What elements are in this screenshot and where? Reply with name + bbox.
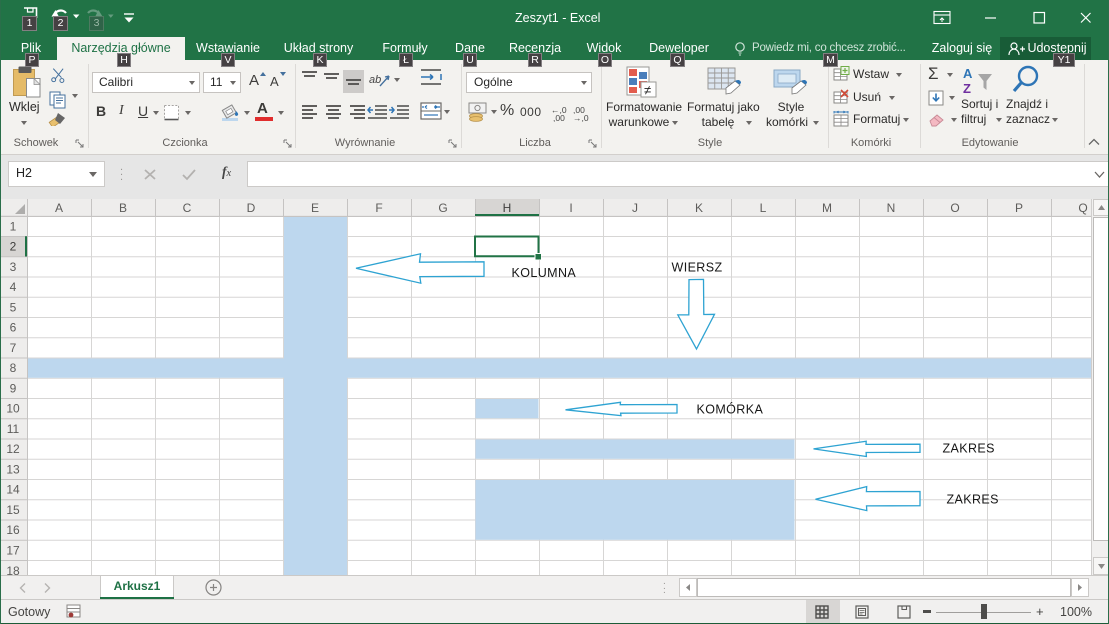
svg-text:P: P	[1015, 201, 1023, 215]
svg-text:12: 12	[6, 442, 20, 456]
svg-text:I: I	[569, 201, 572, 215]
svg-text:ab: ab	[369, 74, 381, 86]
svg-text:Q: Q	[1078, 201, 1087, 215]
svg-text:N: N	[887, 201, 896, 215]
svg-text:J: J	[632, 201, 638, 215]
svg-text:16: 16	[6, 523, 20, 537]
svg-text:3: 3	[10, 260, 17, 274]
svg-text:6: 6	[10, 321, 17, 335]
svg-text:ZAKRES: ZAKRES	[943, 442, 995, 456]
svg-text:2: 2	[10, 240, 17, 254]
svg-text:E: E	[311, 201, 319, 215]
svg-text:F: F	[375, 201, 382, 215]
svg-text:10: 10	[6, 402, 20, 416]
svg-text:KOMÓRKA: KOMÓRKA	[697, 402, 764, 417]
svg-text:8: 8	[10, 361, 17, 375]
svg-text:O: O	[950, 201, 959, 215]
svg-text:A: A	[963, 66, 973, 81]
svg-text:ZAKRES: ZAKRES	[947, 492, 999, 506]
svg-text:11: 11	[7, 422, 20, 436]
svg-text:KOLUMNA: KOLUMNA	[512, 266, 577, 280]
svg-text:K: K	[695, 201, 703, 215]
svg-text:9: 9	[10, 381, 17, 395]
svg-text:14: 14	[6, 483, 20, 497]
svg-text:→,0: →,0	[573, 113, 589, 123]
svg-text:4: 4	[10, 280, 17, 294]
svg-text:7: 7	[10, 341, 17, 355]
svg-text:≠: ≠	[644, 83, 651, 98]
svg-text:C: C	[183, 201, 192, 215]
svg-text:13: 13	[6, 462, 20, 476]
svg-text:B: B	[119, 201, 127, 215]
svg-text:Z: Z	[963, 81, 971, 96]
svg-text:5: 5	[10, 300, 17, 314]
svg-text:,00: ,00	[553, 113, 565, 123]
svg-text:G: G	[438, 201, 447, 215]
svg-text:15: 15	[6, 503, 20, 517]
svg-text:D: D	[247, 201, 256, 215]
svg-text:L: L	[760, 201, 767, 215]
svg-text:M: M	[822, 201, 832, 215]
svg-text:A: A	[55, 201, 63, 215]
svg-text:WIERSZ: WIERSZ	[672, 261, 723, 275]
svg-text:H: H	[503, 201, 512, 215]
svg-text:1: 1	[10, 219, 17, 233]
svg-text:17: 17	[6, 543, 20, 557]
svg-text:18: 18	[6, 564, 20, 575]
